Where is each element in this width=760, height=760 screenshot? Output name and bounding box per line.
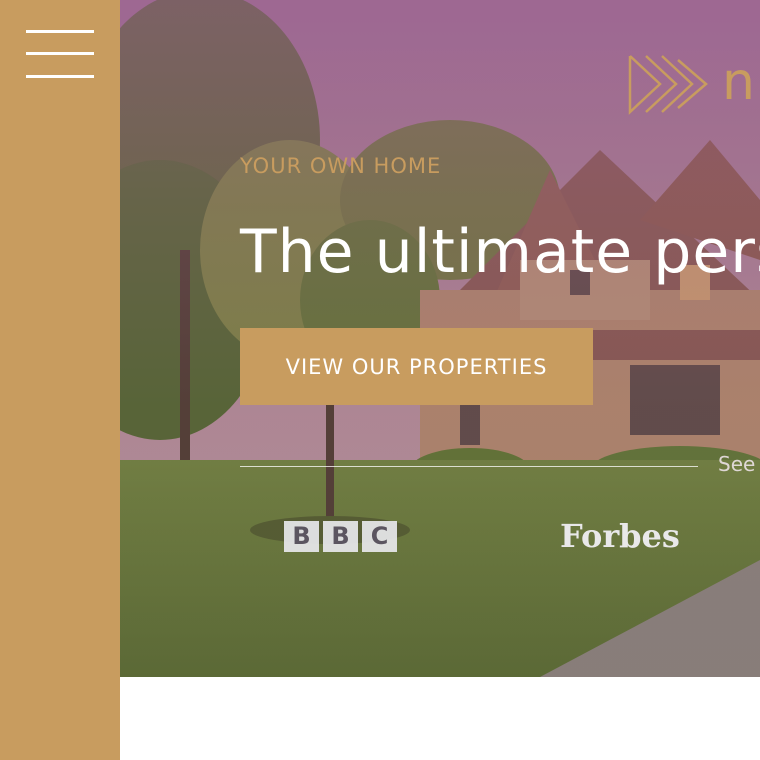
brand-wordmark: n — [722, 52, 757, 112]
bbc-logo: B B C — [284, 521, 397, 553]
hero-eyebrow: YOUR OWN HOME — [240, 154, 442, 178]
menu-line — [26, 30, 94, 33]
hero-section: n YOUR OWN HOME The ultimate pers VIEW O… — [120, 0, 760, 677]
bbc-letter: B — [284, 521, 319, 552]
hero-divider — [240, 466, 698, 467]
bbc-letter: B — [323, 521, 358, 552]
hamburger-menu-icon[interactable] — [26, 30, 94, 80]
hero-headline: The ultimate pers — [240, 217, 760, 287]
triple-chevron-logo-icon — [628, 55, 708, 115]
bbc-letter: C — [362, 521, 397, 552]
page: n YOUR OWN HOME The ultimate pers VIEW O… — [0, 0, 760, 760]
menu-line — [26, 52, 94, 55]
sidebar — [0, 0, 120, 760]
menu-line — [26, 75, 94, 78]
view-properties-button[interactable]: VIEW OUR PROPERTIES — [240, 328, 593, 405]
see-link[interactable]: See — [718, 452, 755, 476]
forbes-logo: Forbes — [560, 517, 680, 555]
